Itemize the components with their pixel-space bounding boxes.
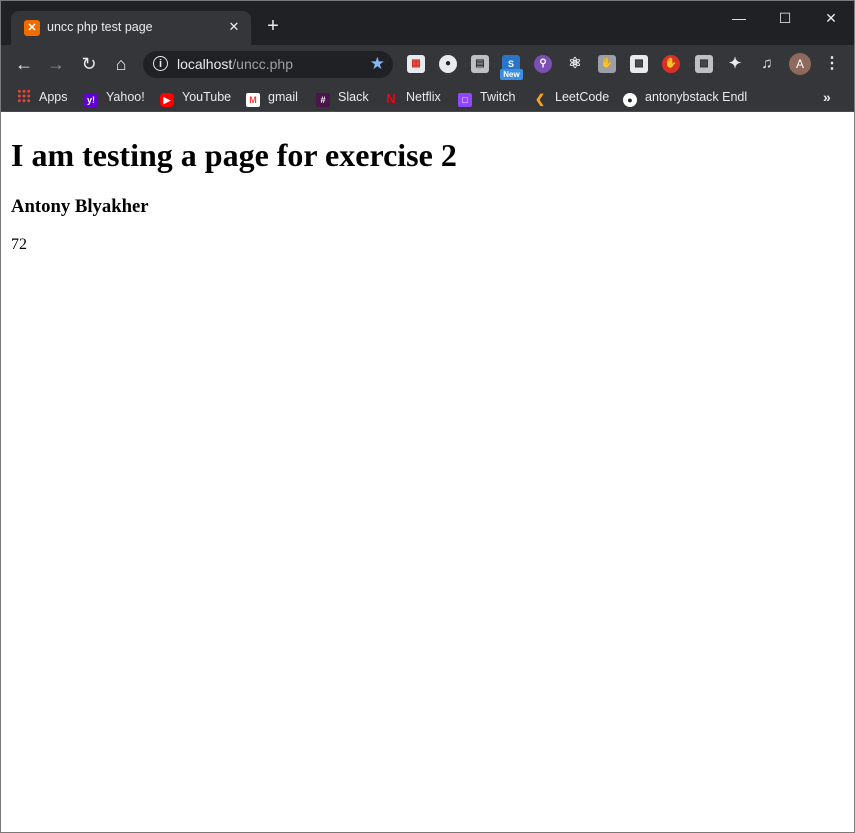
bookmark-label: gmail [268,90,298,104]
bookmark-label: antonybstack Endl [645,90,748,104]
tab-title: uncc php test page [47,20,153,34]
bookmark-youtube[interactable]: ▶ YouTube [160,88,232,107]
title-bar: ✕ uncc php test page ✕ + — ☐ ✕ [1,1,854,45]
gmail-icon: M [246,93,260,107]
bookmark-yahoo[interactable]: y! Yahoo! [84,88,145,107]
youtube-icon: ▶ [160,93,174,107]
url-host: localhost [177,56,233,72]
window-close-icon[interactable]: ✕ [820,9,842,27]
reload-icon[interactable]: ↻ [78,53,100,75]
slack-icon: # [316,93,330,107]
author-name: Antony Blyakher [11,196,149,217]
bookmarks-bar: Apps y! Yahoo! ▶ YouTube Mgmail # Slack N Ne… [1,83,854,112]
back-icon[interactable]: ← [13,53,35,75]
maximize-icon[interactable]: ☐ [774,9,796,27]
extensions-puzzle-icon[interactable]: ✦ [726,55,744,73]
bookmark-slack[interactable]: # Slack [316,88,369,107]
output-value: 72 [11,236,27,253]
media-control-icon[interactable]: ♫ [758,55,776,73]
bookmark-star-icon[interactable]: ★ [370,54,385,74]
leetcode-icon: ❮ [534,92,546,106]
xampp-icon: ✕ [24,20,40,36]
bookmark-twitch[interactable]: □ Twitch [458,88,516,107]
bookmarks-overflow-icon[interactable]: » [823,88,831,106]
bookmark-label: LeetCode [555,90,610,104]
bookmark-github[interactable]: ● antonybstack Endl [623,88,748,107]
bookmark-netflix[interactable]: N Netflix [384,88,441,106]
bookmark-apps[interactable]: Apps [17,88,68,106]
extension-hand-icon[interactable]: ✋ [598,55,616,73]
toolbar: ← → ↻ ⌂ i localhost/uncc.php ★ ▦ ● ▤ S N… [1,45,854,83]
new-badge: New [500,69,523,80]
extension-table-icon[interactable]: ▤ [471,55,489,73]
bookmark-label: Yahoo! [106,90,145,104]
extension-pattern-icon[interactable]: ▩ [630,55,648,73]
twitch-icon: □ [458,93,472,107]
url-path: /uncc.php [232,56,293,72]
address-bar[interactable]: i localhost/uncc.php ★ [143,51,393,78]
bookmark-leetcode[interactable]: ❮ LeetCode [533,88,609,106]
extension-calendar-icon[interactable]: ▦ [407,55,425,73]
extension-image-icon[interactable]: ▩ [695,55,713,73]
tab-close-icon[interactable]: ✕ [225,18,243,36]
netflix-icon: N [386,91,396,106]
page-content: I am testing a page for exercise 2 Anton… [1,112,854,832]
bookmark-gmail[interactable]: Mgmail [246,88,298,107]
forward-icon[interactable]: → [45,53,67,75]
info-icon[interactable]: i [153,56,168,71]
bookmark-label: Slack [338,90,369,104]
apps-grid-icon [17,89,31,103]
react-devtools-icon[interactable]: ⚛ [566,55,584,73]
bookmark-label: Apps [39,90,68,104]
page-title: I am testing a page for exercise 2 [11,137,457,173]
adblock-icon[interactable]: ✋ [662,55,680,73]
browser-tab[interactable]: ✕ uncc php test page ✕ [11,11,251,45]
profile-avatar[interactable]: A [789,53,811,75]
bookmark-label: Netflix [406,90,441,104]
extension-magnifier-icon[interactable]: ⚲ [534,55,552,73]
new-tab-icon[interactable]: + [263,16,283,36]
bookmark-label: YouTube [182,90,232,104]
kebab-menu-icon[interactable]: ⋮ [824,53,840,75]
address-url[interactable]: localhost/uncc.php [177,56,293,72]
home-icon[interactable]: ⌂ [110,53,132,75]
github-icon: ● [623,93,637,107]
minimize-icon[interactable]: — [728,9,750,27]
bookmark-label: Twitch [480,90,516,104]
yahoo-icon: y! [84,93,98,107]
browser-window: ✕ uncc php test page ✕ + — ☐ ✕ ← → ↻ ⌂ i… [0,0,855,833]
extension-circle-icon[interactable]: ● [439,55,457,73]
